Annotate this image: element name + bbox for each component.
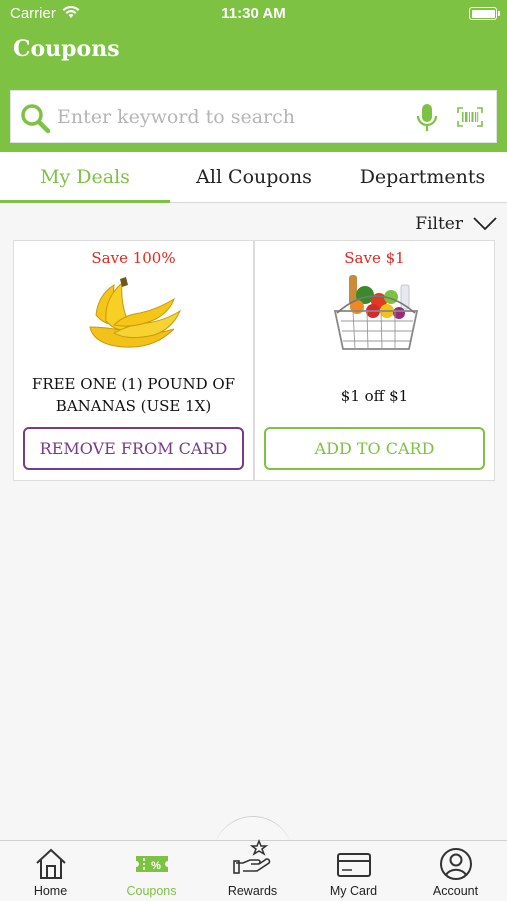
barcode-scan-icon[interactable] (457, 107, 483, 127)
coupon-card: Save $1 $1 off $1 ADD TO CARD (254, 240, 495, 481)
remove-from-card-button[interactable]: REMOVE FROM CARD (23, 427, 244, 470)
nav-account[interactable]: Account (405, 841, 506, 901)
page-title: Coupons (13, 36, 120, 62)
nav-coupons[interactable]: % Coupons (101, 841, 202, 901)
microphone-icon[interactable] (416, 103, 438, 133)
account-icon (439, 848, 472, 880)
filter-label: Filter (415, 214, 463, 234)
filter-button[interactable]: Filter (415, 212, 497, 236)
coupon-description: $1 off $1 (340, 387, 409, 405)
nav-my-card[interactable]: My Card (303, 841, 404, 901)
status-bar: Carrier 11:30 AM (0, 0, 507, 28)
tab-departments[interactable]: Departments (338, 152, 507, 203)
coupon-tabs: My Deals All Coupons Departments (0, 152, 507, 203)
coupon-description: FREE ONE (1) POUND OF BANANAS (USE 1X) (31, 375, 236, 415)
savings-label: Save 100% (91, 249, 176, 267)
app-header: Coupons (0, 28, 507, 152)
clock-time: 11:30 AM (221, 5, 286, 22)
nav-label: Account (432, 884, 479, 898)
savings-label: Save $1 (344, 249, 405, 267)
nav-label: Coupons (126, 884, 177, 898)
coupon-card: Save 100% FREE ONE (1) POUND OF BANANAS … (13, 240, 254, 481)
bottom-navigation: Home % Coupons Rewards My Card Account (0, 838, 507, 901)
search-icon[interactable] (19, 102, 51, 134)
card-icon (336, 853, 371, 877)
tab-all-coupons[interactable]: All Coupons (170, 152, 338, 203)
battery-icon (469, 7, 500, 20)
home-icon (35, 848, 66, 879)
nav-label: Home (33, 884, 68, 898)
nav-home[interactable]: Home (0, 841, 101, 901)
nav-rewards[interactable]: Rewards (202, 838, 303, 901)
active-tab-indicator (0, 200, 170, 203)
grocery-basket-image (333, 275, 418, 350)
chevron-down-icon (473, 217, 497, 231)
add-to-card-button[interactable]: ADD TO CARD (264, 427, 485, 470)
nav-label: Rewards (227, 884, 278, 898)
nav-label: My Card (329, 884, 378, 898)
rewards-icon (232, 838, 270, 874)
bananas-image (88, 277, 181, 348)
svg-text:%: % (151, 860, 161, 872)
search-input[interactable] (57, 103, 387, 131)
search-bar[interactable] (10, 90, 497, 143)
tab-my-deals[interactable]: My Deals (0, 152, 170, 203)
coupon-icon: % (135, 856, 168, 872)
